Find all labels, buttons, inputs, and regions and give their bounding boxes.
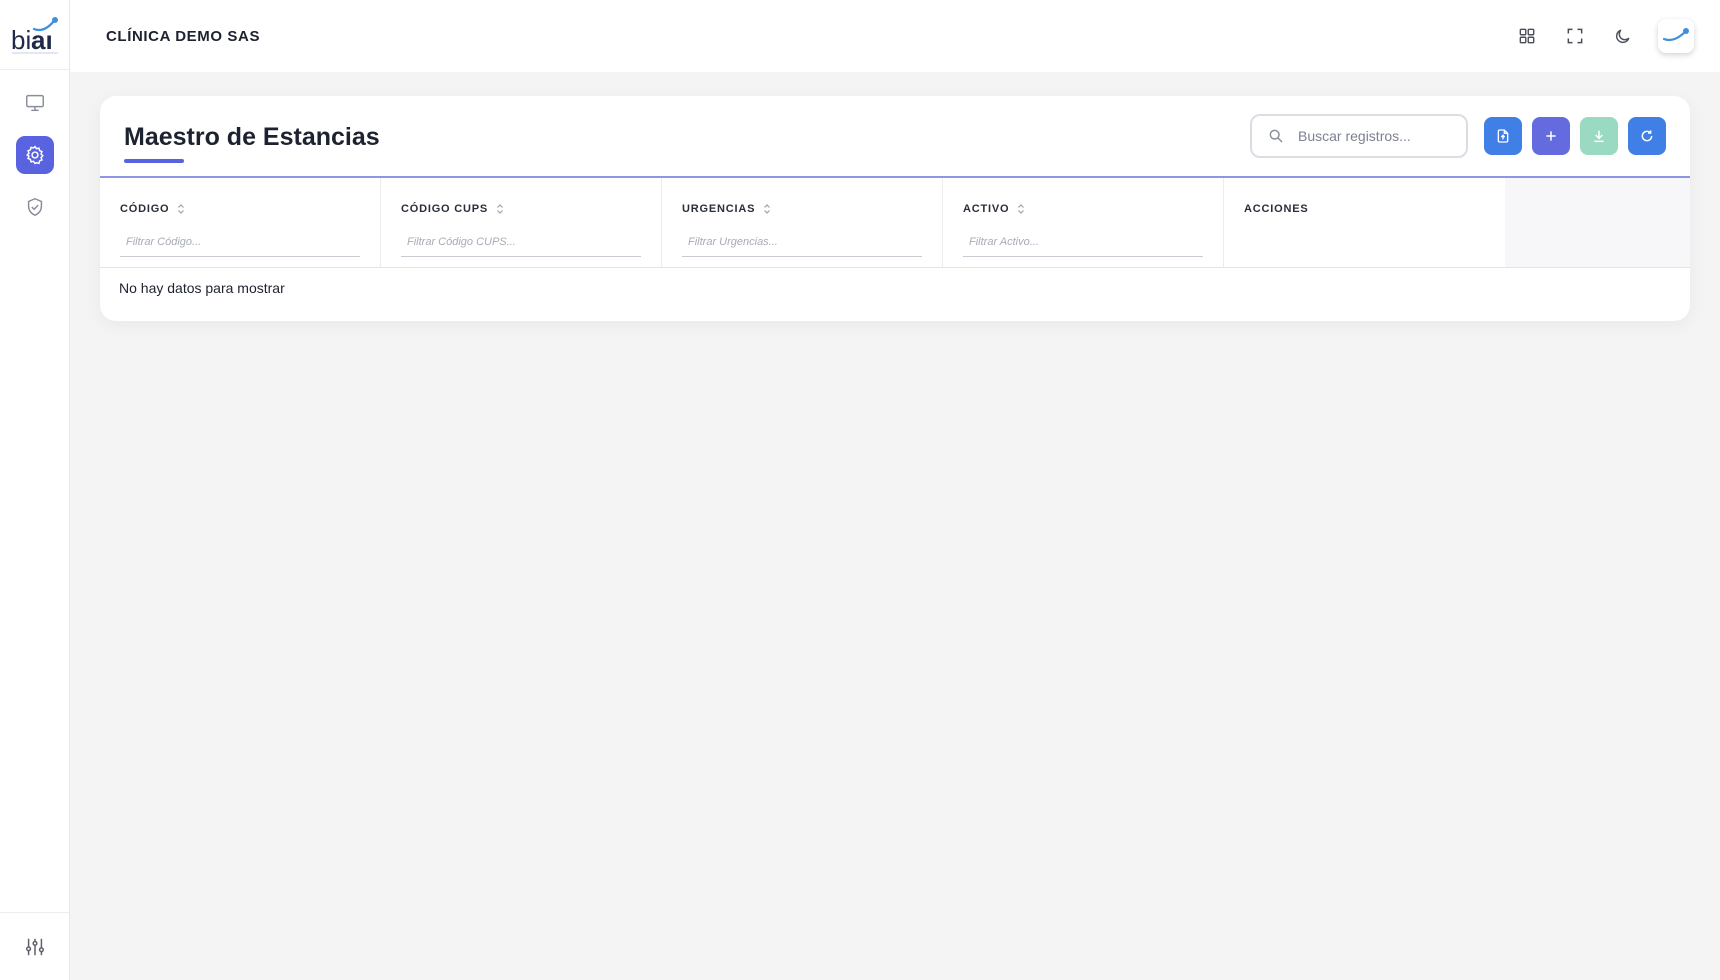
download-button[interactable] [1580,117,1618,155]
plus-icon [1546,131,1556,141]
sort-icon[interactable] [763,203,771,215]
sort-icon[interactable] [177,203,185,215]
sort-icon[interactable] [1017,203,1025,215]
avatar-logo-icon [1662,28,1689,42]
gear-icon [25,145,44,165]
top-header: CLÍNICA DEMO SAS [70,0,1720,72]
table-header: CÓDIGO CÓDIGO CUPS URGENCIAS [100,178,1690,268]
page-title: Maestro de Estancias [124,122,380,151]
sort-icon[interactable] [496,203,504,215]
column-header[interactable]: CÓDIGO CUPS [401,202,641,216]
sidebar-item-customize[interactable] [16,928,54,966]
file-upload-icon [1497,129,1509,143]
table-header-filler [1505,178,1690,267]
column-label: CÓDIGO [120,203,170,215]
column-label: CÓDIGO CUPS [401,203,489,215]
svg-text:aı: aı [31,25,53,55]
fullscreen-button[interactable] [1562,23,1588,49]
column-label: ACTIVO [963,203,1010,215]
toolbar [1250,114,1666,158]
org-name: CLÍNICA DEMO SAS [106,27,261,45]
sidebar-item-monitor[interactable] [16,84,54,122]
refresh-button[interactable] [1628,117,1666,155]
search-box[interactable] [1250,114,1468,158]
empty-message: No hay datos para mostrar [119,280,285,296]
filter-codigo-input[interactable] [120,232,360,257]
column-header: ACCIONES [1244,202,1485,216]
column-header[interactable]: CÓDIGO [120,202,360,216]
download-icon [1594,130,1604,143]
sliders-icon [26,938,44,955]
search-icon [1269,129,1283,143]
card-header: Maestro de Estancias [100,96,1690,178]
sidebar: bi aı [0,0,70,980]
title-underline [124,158,184,163]
page-title-wrap: Maestro de Estancias [124,121,380,163]
import-file-button[interactable] [1484,117,1522,155]
add-button[interactable] [1532,117,1570,155]
filter-codigo-cups-input[interactable] [401,232,641,257]
sidebar-item-settings[interactable] [15,136,54,174]
filter-urgencias-input[interactable] [682,232,922,257]
apps-grid-button[interactable] [1514,23,1540,49]
fullscreen-icon [1567,28,1583,44]
moon-icon [1615,29,1630,44]
column-activo: ACTIVO [943,178,1224,267]
column-label: ACCIONES [1244,203,1309,215]
biai-logo-icon: bi aı [11,16,58,55]
column-header[interactable]: URGENCIAS [682,202,922,216]
apps-grid-icon [1519,28,1535,44]
filter-activo-input[interactable] [963,232,1203,257]
main-card: Maestro de Estancias Buscar registros...… [100,96,1690,321]
refresh-icon [1641,130,1653,142]
column-acciones: ACCIONES [1224,178,1505,267]
column-codigo-cups: CÓDIGO CUPS [381,178,662,267]
sidebar-item-security[interactable] [16,188,54,226]
column-header[interactable]: ACTIVO [963,202,1203,216]
monitor-icon [25,94,44,112]
column-urgencias: URGENCIAS [662,178,943,267]
column-label: URGENCIAS [682,203,756,215]
search-input[interactable] [1298,128,1448,144]
app-logo[interactable]: bi aı [0,0,69,70]
avatar[interactable] [1658,19,1694,53]
sidebar-footer [0,912,70,980]
sidebar-nav [0,70,69,226]
svg-text:bi: bi [11,25,31,55]
dark-mode-toggle[interactable] [1610,23,1636,49]
shield-check-icon [27,197,42,217]
header-actions [1514,19,1694,53]
column-codigo: CÓDIGO [100,178,381,267]
